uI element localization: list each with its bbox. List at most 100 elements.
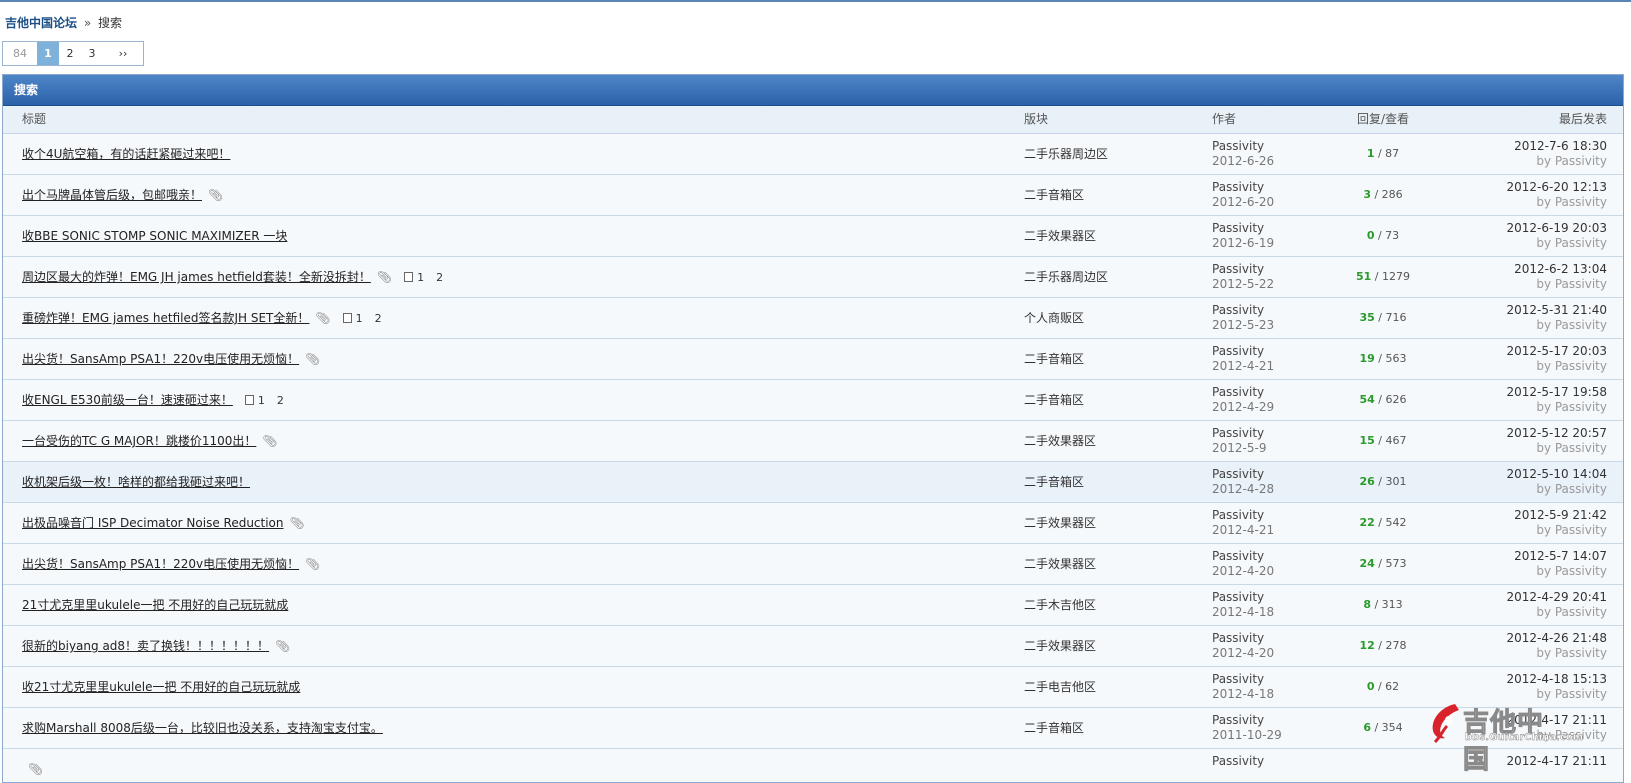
topic-page-link[interactable]: 2: [375, 312, 382, 325]
topic-page-link[interactable]: 1: [417, 271, 424, 284]
last-post-author[interactable]: by Passivity: [1514, 277, 1607, 292]
last-post-author[interactable]: by Passivity: [1514, 564, 1607, 579]
author-link[interactable]: Passivity: [1212, 631, 1274, 646]
forum-link[interactable]: 二手音箱区: [1024, 708, 1084, 748]
author-link[interactable]: Passivity: [1212, 754, 1264, 769]
last-post-author[interactable]: by Passivity: [1507, 605, 1607, 620]
topic-link[interactable]: 出个马牌晶体管后级，包邮哦亲！: [22, 188, 202, 202]
author-link[interactable]: Passivity: [1212, 426, 1266, 441]
author-link[interactable]: Passivity: [1212, 221, 1274, 236]
topic-title-cell: 出极品噪音门 ISP Decimator Noise Reduction 📎︎: [22, 503, 305, 543]
table-row: 一台受伤的TC G MAJOR！跳楼价1100出！ 📎︎ 二手效果器区 Passivi…: [3, 421, 1623, 462]
topic-page-link[interactable]: 2: [436, 271, 443, 284]
author-link[interactable]: Passivity: [1212, 262, 1274, 277]
last-post-date[interactable]: 2012-6-2 13:04: [1514, 262, 1607, 277]
forum-link[interactable]: 二手音箱区: [1024, 380, 1084, 420]
author-link[interactable]: Passivity: [1212, 344, 1274, 359]
author-link[interactable]: Passivity: [1212, 590, 1274, 605]
forum-link[interactable]: 二手效果器区: [1024, 421, 1096, 461]
table-row: 重磅炸弹！EMG james hetfiled签名款JH SET全新！ 📎︎ 1 2 个…: [3, 298, 1623, 339]
forum-link[interactable]: 二手电吉他区: [1024, 667, 1096, 707]
author-link[interactable]: Passivity: [1212, 303, 1274, 318]
topic-link[interactable]: 收BBE SONIC STOMP SONIC MAXIMIZER 一块: [22, 229, 287, 243]
multipage-icon: [244, 395, 254, 405]
last-post-date[interactable]: 2012-5-12 20:57: [1507, 426, 1608, 441]
last-post-author[interactable]: by Passivity: [1507, 646, 1607, 661]
author-link[interactable]: Passivity: [1212, 508, 1274, 523]
topic-page-link[interactable]: 1: [258, 394, 265, 407]
view-count: / 467: [1378, 434, 1407, 447]
last-post-author[interactable]: by Passivity: [1514, 154, 1607, 169]
pagination-page-2[interactable]: 2: [59, 42, 81, 65]
last-post-cell: 2012-5-12 20:57 by Passivity: [1507, 426, 1608, 456]
last-post-date[interactable]: 2012-5-7 14:07: [1514, 549, 1607, 564]
topic-link[interactable]: 收21寸尤克里里ukulele一把 不用好的自己玩玩就成: [22, 680, 300, 694]
last-post-author[interactable]: by Passivity: [1507, 236, 1607, 251]
last-post-date[interactable]: 2012-5-9 21:42: [1514, 508, 1607, 523]
post-date: 2012-6-20: [1212, 195, 1275, 209]
last-post-date[interactable]: 2012-5-17 19:58: [1507, 385, 1608, 400]
last-post-author[interactable]: by Passivity: [1507, 359, 1607, 374]
last-post-date[interactable]: 2012-6-20 12:13: [1507, 180, 1608, 195]
forum-link[interactable]: 二手乐器周边区: [1024, 257, 1108, 297]
last-post-author[interactable]: by Passivity: [1507, 195, 1607, 210]
author-link[interactable]: Passivity: [1212, 549, 1274, 564]
last-post-date[interactable]: 2012-5-17 20:03: [1507, 344, 1608, 359]
view-count: / 716: [1378, 311, 1407, 324]
last-post-cell: 2012-5-31 21:40 by Passivity: [1507, 303, 1608, 333]
post-date: 2012-4-20: [1212, 564, 1275, 578]
last-post-author[interactable]: by Passivity: [1514, 523, 1607, 538]
last-post-date[interactable]: 2012-5-10 14:04: [1507, 467, 1608, 482]
topic-link[interactable]: 求购Marshall 8008后级一台，比较旧也没关系，支持淘宝支付宝。: [22, 721, 383, 735]
author-link[interactable]: Passivity: [1212, 713, 1282, 728]
author-link[interactable]: Passivity: [1212, 467, 1274, 482]
last-post-author[interactable]: by Passivity: [1507, 482, 1607, 497]
last-post-date[interactable]: 2012-7-6 18:30: [1514, 139, 1607, 154]
author-link[interactable]: Passivity: [1212, 180, 1274, 195]
forum-link[interactable]: 二手音箱区: [1024, 462, 1084, 502]
pagination-page-3[interactable]: 3: [81, 42, 103, 65]
topic-page-link[interactable]: 1: [356, 312, 363, 325]
topic-link[interactable]: 出尖货！SansAmp PSA1！220v电压使用无烦恼！: [22, 557, 299, 571]
topic-page-link[interactable]: 2: [277, 394, 284, 407]
post-date: 2012-5-22: [1212, 277, 1275, 291]
author-link[interactable]: Passivity: [1212, 672, 1274, 687]
last-post-author[interactable]: by Passivity: [1507, 441, 1607, 456]
topic-link[interactable]: 出极品噪音门 ISP Decimator Noise Reduction: [22, 516, 284, 530]
topic-title-cell: 求购Marshall 8008后级一台，比较旧也没关系，支持淘宝支付宝。: [22, 708, 383, 748]
last-post-date[interactable]: 2012-4-26 21:48: [1507, 631, 1608, 646]
last-post-author[interactable]: by Passivity: [1507, 400, 1607, 415]
forum-link[interactable]: 二手音箱区: [1024, 175, 1084, 215]
topic-link[interactable]: 21寸尤克里里ukulele一把 不用好的自己玩玩就成: [22, 598, 288, 612]
pagination-next-button[interactable]: ››: [103, 42, 143, 65]
last-post-cell: 2012-5-17 20:03 by Passivity: [1507, 344, 1608, 374]
author-link[interactable]: Passivity: [1212, 139, 1274, 154]
pagination-total: 84: [13, 47, 27, 60]
topic-link[interactable]: 收机架后级一枚！啥样的都给我砸过来吧！: [22, 475, 250, 489]
topic-link[interactable]: 收ENGL E530前级一台！速速砸过来！: [22, 393, 233, 407]
forum-link[interactable]: 二手效果器区: [1024, 544, 1096, 584]
last-post-cell: 2012-4-26 21:48 by Passivity: [1507, 631, 1608, 661]
forum-link[interactable]: 二手乐器周边区: [1024, 134, 1108, 174]
forum-link[interactable]: 二手音箱区: [1024, 339, 1084, 379]
forum-link[interactable]: 二手效果器区: [1024, 503, 1096, 543]
author-link[interactable]: Passivity: [1212, 385, 1274, 400]
last-post-date[interactable]: 2012-4-29 20:41: [1507, 590, 1608, 605]
view-count: / 542: [1378, 516, 1407, 529]
post-date: 2012-4-20: [1212, 646, 1275, 660]
last-post-date[interactable]: 2012-6-19 20:03: [1507, 221, 1608, 236]
last-post-date[interactable]: 2012-5-31 21:40: [1507, 303, 1608, 318]
topic-link[interactable]: 出尖货！SansAmp PSA1！220v电压使用无烦恼！: [22, 352, 299, 366]
topic-link[interactable]: 重磅炸弹！EMG james hetfiled签名款JH SET全新！: [22, 311, 309, 325]
forum-link[interactable]: 二手效果器区: [1024, 216, 1096, 256]
last-post-author[interactable]: by Passivity: [1507, 318, 1607, 333]
forum-link[interactable]: 二手效果器区: [1024, 626, 1096, 666]
topic-link[interactable]: 很新的biyang ad8！卖了换钱！！！！！！！: [22, 639, 269, 653]
topic-link[interactable]: 收个4U航空箱，有的话赶紧砸过来吧！: [22, 147, 230, 161]
topic-link[interactable]: 一台受伤的TC G MAJOR！跳楼价1100出！: [22, 434, 256, 448]
breadcrumb-home-link[interactable]: 吉他中国论坛: [5, 16, 77, 30]
topic-link[interactable]: 周边区最大的炸弹！EMG JH james hetfield套装！全新没拆封！: [22, 270, 371, 284]
forum-link[interactable]: 二手木吉他区: [1024, 585, 1096, 625]
forum-link[interactable]: 个人商贩区: [1024, 298, 1084, 338]
last-post-date[interactable]: 2012-4-18 15:13: [1507, 672, 1608, 687]
